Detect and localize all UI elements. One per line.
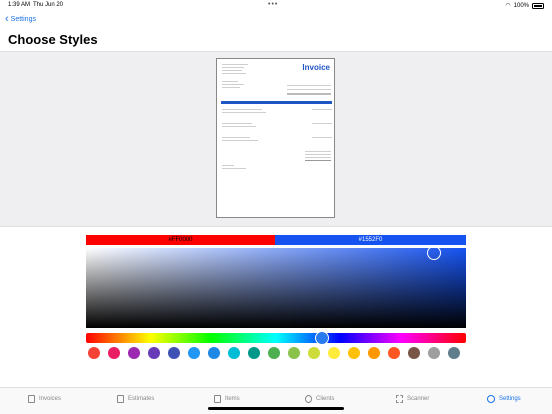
color-swatch[interactable] [88, 347, 100, 359]
tab-clients[interactable]: Clients [305, 395, 334, 403]
color-swatches [88, 347, 460, 359]
color-swatch[interactable] [188, 347, 200, 359]
color-swatch[interactable] [108, 347, 120, 359]
tab-label: Invoices [39, 396, 62, 402]
tab-label: Scanner [407, 396, 430, 402]
color-swatch[interactable] [168, 347, 180, 359]
tab-scanner[interactable]: Scanner [396, 395, 429, 403]
tab-items[interactable]: Items [214, 395, 240, 403]
saturation-value-picker[interactable] [86, 246, 466, 328]
color-swatch[interactable] [308, 347, 320, 359]
color-swatch[interactable] [348, 347, 360, 359]
tab-label: Settings [499, 396, 521, 402]
chevron-left-icon: ‹ [5, 13, 9, 25]
color-swatch[interactable] [448, 347, 460, 359]
tab-estimates[interactable]: Estimates [117, 395, 154, 403]
color-swatch[interactable] [388, 347, 400, 359]
tab-invoices[interactable]: Invoices [28, 395, 61, 403]
tab-label: Clients [316, 396, 335, 402]
wifi-icon: ◠ [505, 3, 511, 9]
primary-color-label[interactable]: #FF0000 [86, 235, 275, 245]
tab-label: Items [225, 396, 240, 402]
hue-handle[interactable] [315, 331, 329, 345]
invoice-preview: Invoice [216, 58, 335, 218]
tab-label: Estimates [128, 396, 155, 402]
back-button[interactable]: ‹ Settings [5, 13, 36, 25]
color-swatch[interactable] [128, 347, 140, 359]
clients-icon [305, 395, 312, 403]
color-swatch[interactable] [208, 347, 220, 359]
scanner-icon [396, 395, 403, 403]
color-swatch[interactable] [248, 347, 260, 359]
hue-slider[interactable] [86, 331, 466, 345]
estimate-icon [117, 395, 124, 403]
color-swatch[interactable] [328, 347, 340, 359]
items-icon [214, 395, 221, 403]
status-date: Thu Jun 20 [33, 2, 64, 8]
status-bar: 1:39 AM Thu Jun 20 ••• ◠ 100% [0, 0, 552, 11]
status-right: ◠ 100% [505, 2, 544, 9]
status-time: 1:39 AM [8, 2, 31, 8]
back-label: Settings [10, 15, 36, 23]
color-swatch[interactable] [288, 347, 300, 359]
color-swatch[interactable] [228, 347, 240, 359]
color-labels: #FF0000 #1552F0 [86, 235, 466, 245]
color-swatch[interactable] [268, 347, 280, 359]
invoice-preview-title: Invoice [302, 63, 330, 72]
multitask-dots[interactable]: ••• [268, 1, 278, 8]
secondary-color-label[interactable]: #1552F0 [275, 235, 466, 245]
gear-icon [487, 395, 495, 403]
saturation-handle[interactable] [427, 246, 441, 260]
battery-percent: 100% [513, 2, 529, 9]
battery-icon [532, 2, 544, 9]
color-swatch[interactable] [368, 347, 380, 359]
page-title: Choose Styles [8, 32, 98, 47]
home-indicator [208, 407, 344, 410]
color-swatch[interactable] [428, 347, 440, 359]
color-swatch[interactable] [408, 347, 420, 359]
tab-settings[interactable]: Settings [487, 395, 521, 403]
invoice-icon [28, 395, 35, 403]
invoice-table-header [221, 101, 332, 104]
color-swatch[interactable] [148, 347, 160, 359]
